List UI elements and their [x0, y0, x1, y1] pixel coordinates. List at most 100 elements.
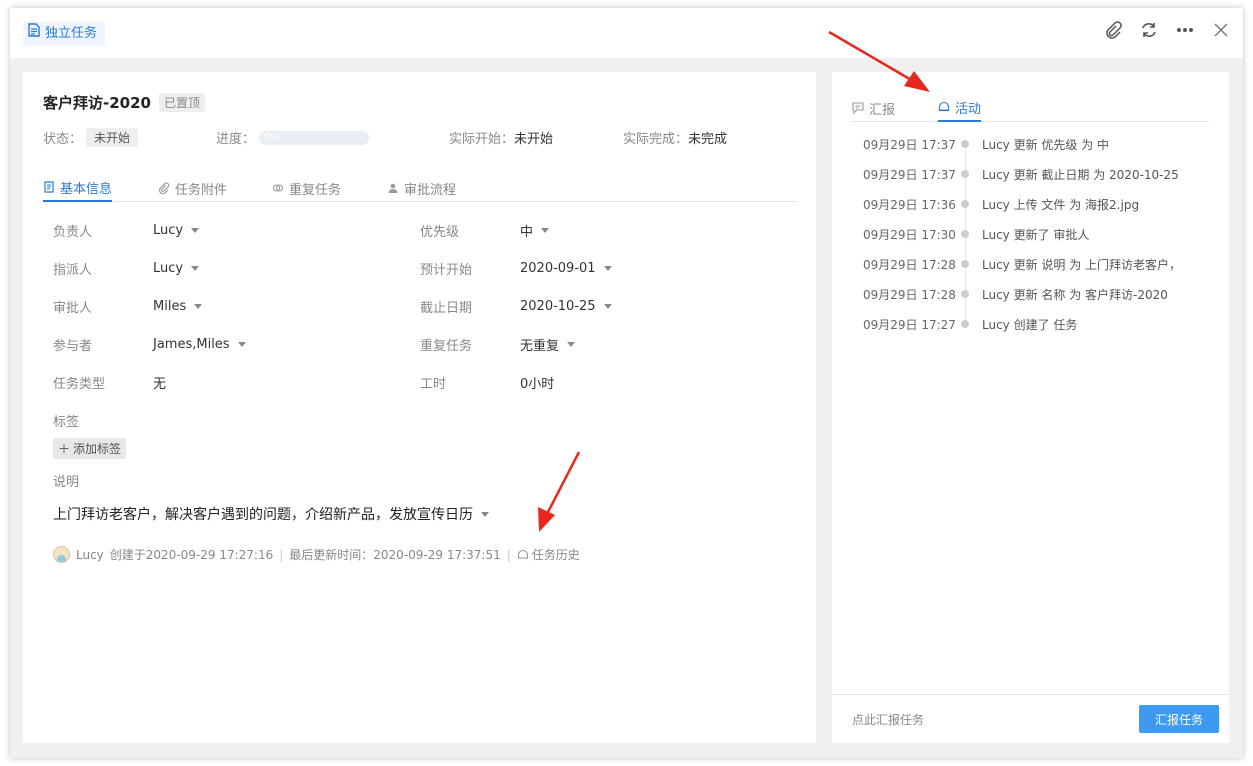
- description-field: 说明: [53, 470, 253, 490]
- tags-field: 标签: [53, 410, 253, 430]
- doc-icon: [44, 181, 54, 193]
- task-type-tag: 独立任务: [23, 22, 106, 46]
- report-footer: 点此汇报任务 汇报任务: [832, 694, 1229, 743]
- activity-item: 09月29日 17:28 Lucy 更新 说明 为 上门拜访老客户，: [852, 254, 1212, 274]
- progress-bar[interactable]: 0%: [259, 130, 370, 145]
- tab-attachments[interactable]: 任务附件: [158, 174, 227, 202]
- report-hint[interactable]: 点此汇报任务: [852, 711, 924, 728]
- tab-report[interactable]: 汇报: [852, 94, 895, 122]
- activity-time: 09月29日 17:36: [863, 197, 956, 212]
- approver-select[interactable]: Miles: [153, 298, 203, 314]
- approver-value: Miles: [153, 298, 187, 314]
- approver-field: 审批人 Miles: [53, 296, 413, 316]
- repeat-value: 无重复: [520, 338, 560, 354]
- timeline-dot: [961, 140, 969, 148]
- planned-start-label: 预计开始: [420, 262, 473, 278]
- timeline-dot: [961, 260, 969, 268]
- avatar: [53, 546, 70, 563]
- tab-label: 汇报: [869, 102, 896, 118]
- repeat-icon: [272, 184, 284, 192]
- description-label: 说明: [53, 474, 80, 490]
- timeline-dot: [961, 170, 969, 178]
- detail-tabs: 基本信息 任务附件 重复任务 审批流程: [43, 168, 797, 202]
- activity-item: 09月29日 17:36 Lucy 上传 文件 为 海报2.jpg: [852, 194, 1212, 214]
- assigner-field: 指派人 Lucy: [53, 258, 413, 278]
- deadline-select[interactable]: 2020-10-25: [520, 299, 612, 314]
- actual-start-label: 实际开始：: [449, 132, 515, 147]
- owner-label: 负责人: [53, 224, 93, 240]
- activity-text: Lucy 更新了 审批人: [982, 227, 1090, 242]
- progress-value: 0%: [264, 131, 280, 143]
- chevron-down-icon: [567, 341, 576, 347]
- task-type-value[interactable]: 无: [153, 373, 166, 392]
- activity-time: 09月29日 17:37: [863, 167, 956, 182]
- history-icon: [517, 549, 528, 559]
- timeline-dot: [961, 290, 969, 298]
- hours-field: 工时 0小时: [420, 372, 780, 392]
- chevron-down-icon: [603, 265, 612, 271]
- add-tag-button[interactable]: ＋ 添加标签: [53, 438, 127, 459]
- repeat-select[interactable]: 无重复: [520, 335, 576, 354]
- assigner-value: Lucy: [153, 260, 184, 276]
- priority-value: 中: [520, 224, 534, 240]
- hours-value[interactable]: 0小时: [520, 373, 554, 392]
- priority-select[interactable]: 中: [520, 221, 550, 240]
- chevron-down-icon: [191, 227, 200, 233]
- report-task-button[interactable]: 汇报任务: [1139, 705, 1219, 733]
- dialog-topbar: 独立任务: [10, 8, 1243, 58]
- activity-text: Lucy 上传 文件 为 海报2.jpg: [982, 197, 1140, 212]
- doc-icon: [28, 22, 40, 46]
- status-badge[interactable]: 未开始: [86, 128, 139, 147]
- deadline-value: 2020-10-25: [520, 298, 596, 314]
- task-title[interactable]: 客户拜访-2020: [43, 92, 151, 113]
- activity-time: 09月29日 17:28: [863, 257, 956, 272]
- status-label: 状态：: [43, 132, 83, 147]
- tags-label: 标签: [53, 414, 80, 430]
- tab-approval[interactable]: 审批流程: [387, 174, 456, 202]
- description-value[interactable]: 上门拜访老客户，解决客户遇到的问题，介绍新产品，发放宣传日历: [53, 504, 489, 524]
- participants-select[interactable]: James,Miles: [153, 337, 246, 352]
- activity-text: Lucy 更新 说明 为 上门拜访老客户，: [982, 257, 1182, 272]
- assigner-select[interactable]: Lucy: [153, 260, 200, 276]
- activity-panel: 汇报 活动 09月29日 17:37 Lucy 更新 优先级 为 中 09月29日…: [832, 72, 1229, 743]
- planned-start-select[interactable]: 2020-09-01: [520, 261, 612, 276]
- owner-field: 负责人 Lucy: [53, 220, 413, 240]
- tab-repeat[interactable]: 重复任务: [272, 174, 341, 202]
- activity-text: Lucy 更新 截止日期 为 2020-10-25: [982, 167, 1179, 182]
- owner-select[interactable]: Lucy: [153, 223, 200, 238]
- timeline-dot: [961, 320, 969, 328]
- refresh-icon[interactable]: [1139, 20, 1159, 40]
- planned-start-field: 预计开始 2020-09-01: [420, 258, 780, 278]
- activity-text: Lucy 更新 优先级 为 中: [982, 137, 1110, 152]
- activity-item: 09月29日 17:37 Lucy 更新 优先级 为 中: [852, 134, 1212, 154]
- divider: |: [279, 547, 284, 562]
- paperclip-icon: [159, 182, 170, 194]
- activity-time: 09月29日 17:30: [863, 227, 956, 242]
- hours-label: 工时: [420, 376, 447, 392]
- task-history-link[interactable]: 任务历史: [517, 546, 580, 563]
- more-icon[interactable]: [1175, 20, 1195, 40]
- timeline-dot: [961, 230, 969, 238]
- task-type-field: 任务类型 无: [53, 372, 413, 392]
- task-dialog: 独立任务 客户拜访-2020 已置顶 状态： 未开始 进度： 0% 实际开始： …: [10, 8, 1243, 758]
- activity-item: 09月29日 17:30 Lucy 更新了 审批人: [852, 224, 1212, 244]
- chevron-down-icon: [191, 265, 200, 271]
- activity-icon: [938, 101, 950, 112]
- planned-start-value: 2020-09-01: [520, 260, 596, 276]
- activity-time: 09月29日 17:28: [863, 287, 956, 302]
- timeline-dot: [961, 200, 969, 208]
- chevron-down-icon: [541, 227, 550, 233]
- activity-time: 09月29日 17:37: [863, 137, 956, 152]
- meta-created: 创建于2020-09-29 17:27:16: [109, 548, 274, 562]
- tab-basic-info[interactable]: 基本信息: [43, 174, 113, 202]
- close-icon[interactable]: [1211, 20, 1231, 40]
- actual-end-label: 实际完成：: [623, 132, 689, 147]
- tab-activity[interactable]: 活动: [938, 94, 982, 122]
- tab-label: 审批流程: [404, 182, 457, 198]
- participants-field: 参与者 James,Miles: [53, 334, 413, 354]
- activity-item: 09月29日 17:37 Lucy 更新 截止日期 为 2020-10-25: [852, 164, 1212, 184]
- activity-item: 09月29日 17:28 Lucy 更新 名称 为 客户拜访-2020: [852, 284, 1212, 304]
- paperclip-icon[interactable]: [1103, 20, 1123, 40]
- actual-end-value: 未完成: [688, 132, 728, 147]
- task-type-field-label: 任务类型: [53, 376, 106, 392]
